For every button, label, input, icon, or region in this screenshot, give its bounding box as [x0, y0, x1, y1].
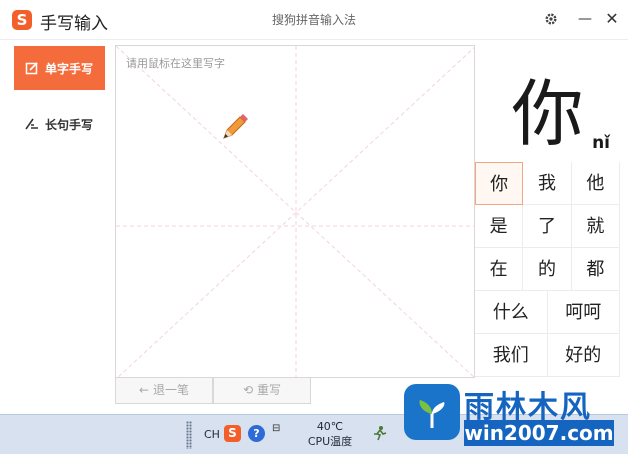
taskbar-grip[interactable] — [186, 421, 192, 449]
handwriting-canvas[interactable]: 请用鼠标在这里写字 — [115, 45, 475, 378]
help-tray-icon[interactable]: ? — [248, 425, 265, 442]
refresh-icon: ⟲ — [242, 383, 254, 397]
single-char-mode-button[interactable]: 单字手写 — [14, 46, 105, 90]
undo-stroke-button[interactable]: ← 退一笔 — [115, 377, 213, 404]
cpu-temperature-widget[interactable]: 40℃ CPU温度 — [304, 419, 356, 449]
settings-button[interactable] — [540, 8, 562, 30]
candidate-cell[interactable]: 都 — [571, 248, 620, 291]
arrow-left-icon: ← — [138, 383, 150, 397]
candidate-cell[interactable]: 了 — [523, 205, 572, 248]
candidate-cell[interactable]: 呵呵 — [547, 291, 620, 334]
edit-square-icon — [25, 62, 38, 75]
leaf-icon — [419, 400, 445, 428]
watermark-logo-icon — [404, 384, 460, 440]
cpu-temp-label: CPU温度 — [307, 435, 353, 448]
pen-lines-icon — [25, 118, 38, 130]
runner-tray-icon[interactable] — [372, 425, 388, 445]
input-language-indicator[interactable]: CH — [204, 428, 220, 441]
candidate-cell[interactable]: 在 — [475, 248, 524, 291]
undo-stroke-label: 退一笔 — [153, 383, 190, 397]
recognized-pinyin: nǐ — [592, 133, 610, 153]
title-bar: S 手写输入 搜狗拼音输入法 — ✕ — [0, 0, 628, 40]
watermark: 雨林木风 win2007.com — [404, 378, 628, 454]
canvas-guide-lines — [116, 46, 474, 377]
canvas-actions: ← 退一笔 ⟲ 重写 — [115, 377, 315, 404]
candidate-cell[interactable]: 就 — [571, 205, 620, 248]
candidate-cell[interactable]: 你 — [475, 162, 524, 205]
ime-name: 搜狗拼音输入法 — [271, 13, 356, 27]
rewrite-button[interactable]: ⟲ 重写 — [213, 377, 311, 404]
watermark-url: win2007.com — [464, 420, 614, 446]
gear-icon — [545, 13, 557, 25]
single-char-mode-label: 单字手写 — [45, 62, 94, 76]
minimize-button[interactable]: — — [574, 8, 596, 30]
rewrite-label: 重写 — [257, 383, 282, 397]
candidate-cell[interactable]: 什么 — [475, 291, 548, 334]
candidate-cell[interactable]: 的 — [523, 248, 572, 291]
recognized-preview: 你 nǐ — [475, 45, 620, 161]
candidate-cell[interactable]: 我 — [523, 162, 572, 205]
candidate-cell[interactable]: 好的 — [547, 334, 620, 377]
mode-sidebar: 单字手写 长句手写 — [0, 40, 113, 414]
pencil-icon — [223, 114, 248, 139]
long-sentence-mode-button[interactable]: 长句手写 — [14, 102, 105, 146]
tray-menu-icon[interactable]: ⊟ — [272, 423, 280, 434]
candidate-grid: 你我他是了就在的都什么 呵呵 我们 好的 — [475, 162, 620, 380]
sogou-tray-icon[interactable]: S — [224, 425, 241, 442]
candidate-cell[interactable]: 我们 — [475, 334, 548, 377]
candidate-cell[interactable]: 他 — [571, 162, 620, 205]
long-sentence-mode-label: 长句手写 — [45, 118, 94, 132]
close-button[interactable]: ✕ — [601, 8, 623, 30]
runner-icon — [374, 426, 387, 441]
canvas-placeholder: 请用鼠标在这里写字 — [126, 57, 225, 70]
cpu-temp-value: 40℃ — [316, 420, 344, 433]
candidate-cell[interactable]: 是 — [475, 205, 524, 248]
